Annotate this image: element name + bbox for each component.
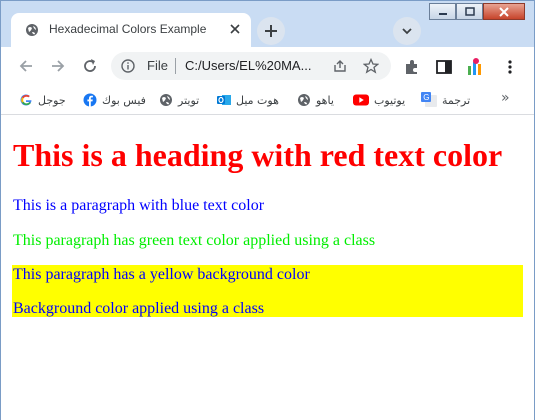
minimize-button[interactable] — [429, 3, 456, 20]
bookmark-google[interactable]: جوجل — [19, 92, 66, 108]
side-panel-icon[interactable] — [435, 58, 453, 76]
bookmark-label: فيس بوك — [102, 93, 146, 107]
menu-icon[interactable] — [501, 58, 519, 76]
bookmark-facebook[interactable]: فيس بوك — [83, 92, 146, 108]
page-heading: This is a heading with red text color — [13, 137, 503, 173]
chevron-down-icon — [402, 28, 412, 35]
tab-title: Hexadecimal Colors Example — [49, 22, 207, 36]
bookmark-label: ياهو — [316, 93, 334, 107]
globe-icon — [160, 94, 172, 106]
url-text[interactable]: C:/Users/EL%20MA... — [185, 58, 311, 73]
page-content: This is a heading with red text color Th… — [1, 115, 534, 420]
svg-text:G: G — [423, 93, 429, 102]
extensions-icon[interactable] — [403, 58, 421, 76]
info-icon[interactable] — [121, 59, 135, 73]
bookmark-label: يوتيوب — [374, 93, 406, 107]
close-icon — [499, 6, 509, 17]
bookmark-yahoo[interactable]: ياهو — [297, 92, 334, 108]
plus-icon — [265, 25, 277, 37]
bookmark-label: تويتر — [178, 93, 200, 107]
minimize-icon — [438, 12, 447, 15]
translate-icon: G — [421, 92, 437, 107]
green-paragraph: This paragraph has green text color appl… — [13, 232, 376, 249]
bookmark-label: هوت ميل — [236, 93, 279, 107]
maximize-button[interactable] — [456, 3, 483, 20]
blue-paragraph: This is a paragraph with blue text color — [13, 197, 265, 214]
youtube-icon — [353, 94, 369, 106]
back-icon[interactable] — [17, 57, 35, 75]
title-bar: Hexadecimal Colors Example — [1, 1, 534, 47]
yellow-paragraph: This paragraph has a yellow background c… — [13, 266, 310, 283]
close-window-button[interactable] — [483, 3, 525, 20]
bookmark-hotmail[interactable]: هوت ميل — [217, 92, 279, 108]
new-tab-button[interactable] — [257, 17, 285, 45]
bookmarks-bar: جوجل فيس بوك تويتر هوت ميل ياهو يوتيوب G… — [1, 85, 534, 115]
globe-icon — [298, 94, 310, 106]
tab-search-button[interactable] — [393, 17, 421, 45]
yellow-background-block: This paragraph has a yellow background c… — [12, 265, 523, 317]
address-bar[interactable]: File C:/Users/EL%20MA... — [111, 52, 391, 80]
tab-active[interactable]: Hexadecimal Colors Example — [11, 13, 251, 47]
bookmark-label: ترجمة — [442, 93, 471, 107]
forward-icon[interactable] — [49, 57, 67, 75]
star-icon[interactable] — [363, 58, 379, 74]
bookmark-label: جوجل — [38, 93, 66, 107]
bookmark-youtube[interactable]: يوتيوب — [353, 92, 405, 108]
navigation-toolbar: File C:/Users/EL%20MA... — [1, 47, 534, 85]
outlook-icon — [217, 95, 231, 105]
maximize-icon — [464, 7, 475, 16]
globe-icon — [26, 24, 38, 36]
facebook-icon — [83, 93, 97, 107]
reload-icon[interactable] — [81, 57, 99, 75]
bookmarks-overflow-button[interactable]: » — [501, 90, 510, 106]
close-tab-icon[interactable] — [227, 21, 243, 37]
google-icon — [20, 94, 32, 106]
url-scheme: File — [147, 58, 168, 73]
url-separator — [175, 58, 176, 74]
window-controls — [429, 3, 525, 23]
share-icon[interactable] — [333, 59, 347, 73]
class-background-paragraph: Background color applied using a class — [13, 300, 265, 317]
profile-icon[interactable] — [465, 56, 487, 78]
bookmark-translate[interactable]: G ترجمة — [421, 92, 470, 108]
bookmark-twitter[interactable]: تويتر — [159, 92, 199, 108]
browser-window: Hexadecimal Colors Example File C:/Users… — [0, 0, 535, 420]
